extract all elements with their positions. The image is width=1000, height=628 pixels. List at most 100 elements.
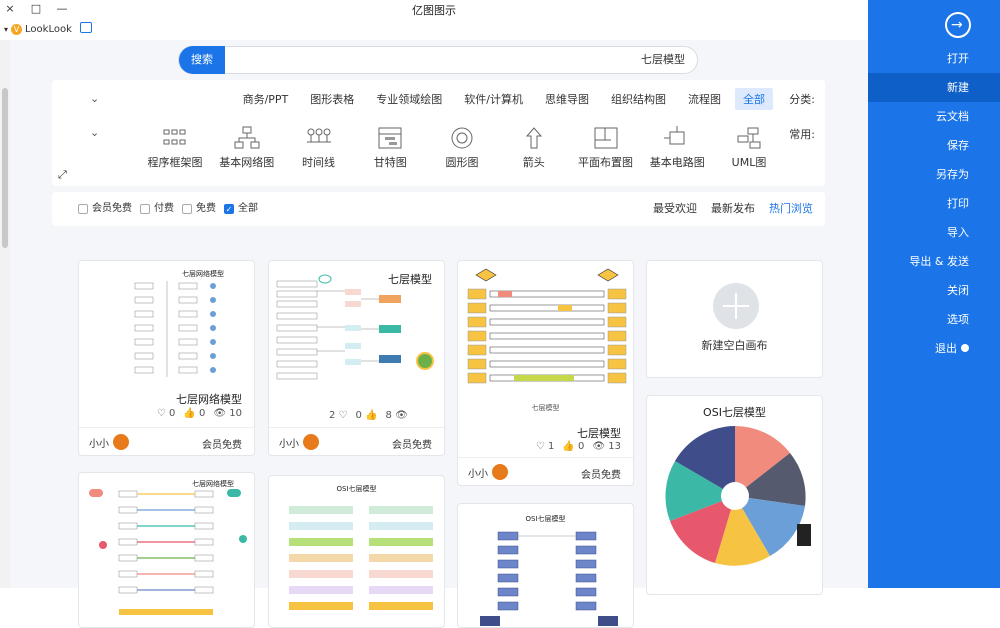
message-icon[interactable]	[80, 22, 92, 33]
account-name[interactable]: LookLook	[25, 24, 72, 35]
template-card[interactable]: 七层模型 七层模型 👁 13 👍 0 ♡ 1 会员免费 小小	[457, 260, 634, 486]
scrollbar-track[interactable]	[0, 40, 10, 588]
template-stats: 2 ♡ 0 👍 8 👁	[329, 410, 408, 421]
author-name: 小小	[279, 438, 299, 450]
plus-icon[interactable]	[713, 283, 759, 329]
menu-import[interactable]: 导入	[868, 218, 1000, 247]
menu-cloud-docs[interactable]: 云文档	[868, 102, 1000, 131]
tab-newest[interactable]: 最新发布	[711, 192, 755, 226]
exit-icon	[961, 344, 969, 352]
author[interactable]: 小小	[279, 434, 319, 450]
checkbox-icon[interactable]	[140, 204, 150, 214]
template-thumbnail	[289, 506, 433, 610]
checkbox-icon[interactable]	[182, 204, 192, 214]
menu-save-as[interactable]: 另存为	[868, 160, 1000, 189]
dropdown-caret-icon[interactable]: ▾	[4, 25, 8, 34]
likes-count: 0 👍	[355, 410, 378, 421]
chevron-down-icon[interactable]: ⌄	[90, 127, 100, 138]
views-value: 13	[608, 441, 621, 452]
menu-print[interactable]: 打印	[868, 189, 1000, 218]
search-input[interactable]: 七层模型	[641, 47, 685, 73]
author[interactable]: 小小	[89, 434, 129, 450]
menu-save[interactable]: 保存	[868, 131, 1000, 160]
checkbox-checked-icon[interactable]: ✓	[224, 204, 234, 214]
template-card[interactable]: 七层网络模型 七层网络模型 👁 10 👍 0 ♡ 0 会员免费 小小	[78, 260, 255, 456]
template-card[interactable]: OSI七层模型	[268, 475, 445, 628]
author[interactable]: 小小	[468, 464, 508, 480]
comments-value: 2	[329, 410, 336, 421]
checkbox-icon[interactable]	[78, 204, 88, 214]
exit-label: 退出	[935, 342, 957, 355]
category-software[interactable]: 软件/计算机	[456, 88, 531, 110]
menu-exit[interactable]: 退出	[868, 334, 1000, 363]
comments-value: 0	[169, 408, 176, 419]
category-business-ppt[interactable]: 商务/PPT	[235, 88, 297, 110]
template-card[interactable]: 七层模型 2 ♡ 0 👍 8 👁 会员免费 小小	[268, 260, 445, 456]
menu-open[interactable]: 打开	[868, 44, 1000, 73]
category-all[interactable]: 全部	[735, 88, 773, 110]
avatar	[113, 434, 129, 450]
category-mind-map[interactable]: 思维导图	[537, 88, 597, 110]
common-arrow[interactable]: 箭头	[501, 126, 567, 170]
common-program-frame[interactable]: 程序框架图	[142, 126, 208, 170]
common-circuit[interactable]: 基本电路图	[644, 126, 710, 170]
chevron-down-icon[interactable]: ⌄	[90, 93, 100, 104]
template-card[interactable]: OSI七层模型	[646, 395, 823, 595]
tab-hot[interactable]: 热门浏览	[769, 192, 813, 226]
file-menu: 打开 新建 云文档 保存 另存为 打印 导入 导出 & 发送 关闭 选项 退出	[868, 44, 1000, 363]
comments-count: ♡ 1	[535, 441, 555, 452]
category-org-chart[interactable]: 组织结构图	[603, 88, 674, 110]
menu-new[interactable]: 新建	[868, 73, 1000, 102]
scrollbar-thumb[interactable]	[2, 88, 8, 248]
expand-icon[interactable]: ⤢	[58, 168, 67, 182]
template-thumbnail	[134, 281, 216, 377]
common-label-text: 程序框架图	[147, 156, 203, 169]
card-footer: 会员免费 小小	[269, 427, 444, 455]
sort-bar: 热门浏览 最新发布 最受欢迎 ✓ 全部 免费 付费 会员免费	[52, 192, 825, 226]
back-arrow-icon[interactable]	[945, 12, 971, 38]
search-button[interactable]: 搜索	[179, 46, 225, 74]
common-label-text: 甘特图	[373, 156, 407, 169]
template-card[interactable]: OSI七层模型	[457, 503, 634, 628]
check-free[interactable]: 免费	[182, 192, 216, 226]
views-count: 👁 13	[592, 441, 621, 452]
common-timeline[interactable]: 时间线	[286, 126, 352, 170]
common-circle[interactable]: 圆形图	[429, 126, 495, 170]
category-row: 分类: 全部 流程图 组织结构图 思维导图 软件/计算机 专业领域绘图 图形表格…	[52, 88, 825, 110]
common-types: UML图 基本电路图 平面布置图 箭头 圆形图 甘特图 时间线 基本网络图 程序…	[142, 126, 782, 170]
common-floorplan[interactable]: 平面布置图	[573, 126, 639, 170]
vip-badge-icon: V	[11, 23, 23, 35]
new-blank-label: 新建空白画布	[701, 339, 768, 352]
common-gantt[interactable]: 甘特图	[357, 126, 423, 170]
likes-value: 0	[355, 410, 362, 421]
common-label-text: 时间线	[302, 156, 335, 169]
menu-export-send[interactable]: 导出 & 发送	[868, 247, 1000, 276]
menu-close[interactable]: 关闭	[868, 276, 1000, 305]
category-flowchart[interactable]: 流程图	[680, 88, 729, 110]
gantt-icon	[378, 127, 402, 149]
account-area[interactable]: ▾ V LookLook	[4, 22, 92, 36]
check-paid[interactable]: 付费	[140, 192, 174, 226]
price-badge: 会员免费	[392, 440, 432, 451]
timeline-icon	[306, 128, 331, 143]
template-card[interactable]: 七层网络模型	[78, 472, 255, 628]
check-all[interactable]: ✓ 全部	[224, 192, 258, 226]
uml-icon	[737, 127, 761, 149]
floorplan-icon	[594, 127, 617, 149]
search-bar[interactable]: 搜索 七层模型	[178, 46, 698, 74]
common-network[interactable]: 基本网络图	[214, 126, 280, 170]
likes-value: 0	[199, 408, 206, 419]
views-count: 👁 10	[213, 408, 242, 419]
category-graphics-table[interactable]: 图形表格	[302, 88, 362, 110]
check-paid-label: 付费	[154, 203, 174, 214]
common-label-text: 圆形图	[445, 156, 479, 169]
common-uml[interactable]: UML图	[716, 126, 782, 170]
new-blank-card[interactable]: 新建空白画布	[646, 260, 823, 378]
views-count: 8 👁	[385, 410, 408, 421]
check-member-free[interactable]: 会员免费	[78, 192, 132, 226]
menu-options[interactable]: 选项	[868, 305, 1000, 334]
tab-popular[interactable]: 最受欢迎	[653, 192, 697, 226]
views-value: 10	[229, 408, 242, 419]
circle-diagram-icon	[451, 127, 473, 149]
category-professional[interactable]: 专业领域绘图	[368, 88, 450, 110]
